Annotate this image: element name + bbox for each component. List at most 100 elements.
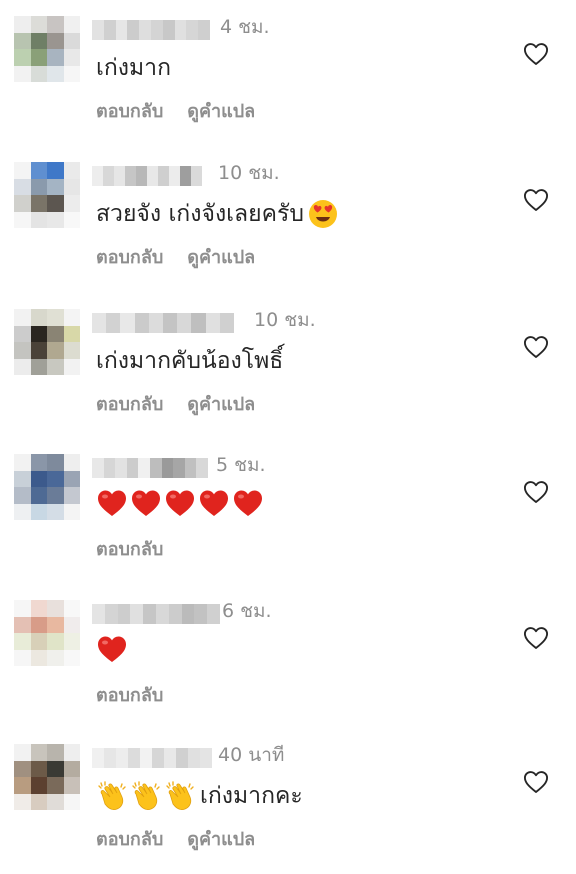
like-heart-icon[interactable] (522, 478, 550, 506)
avatar-pixel (47, 162, 64, 179)
avatar[interactable] (14, 744, 80, 810)
avatar-pixel (47, 65, 64, 82)
avatar-pixel (14, 49, 31, 66)
username[interactable] (92, 748, 212, 768)
username-pixel (207, 604, 220, 624)
see-translation-button[interactable]: ดูคำแปล (187, 394, 255, 415)
reply-button[interactable]: ตอบกลับ (96, 247, 163, 268)
username[interactable] (92, 313, 235, 333)
clapping-hands-emoji-icon (130, 780, 162, 812)
username-pixel (92, 458, 104, 478)
reply-button[interactable]: ตอบกลับ (96, 829, 163, 850)
avatar[interactable] (14, 309, 80, 375)
username-pixel (139, 20, 151, 40)
avatar-pixel (14, 65, 31, 82)
avatar-pixel (30, 162, 47, 179)
avatar-pixel (14, 211, 31, 228)
username-pixel (158, 166, 169, 186)
username-pixel (161, 458, 174, 478)
avatar-pixel (63, 793, 80, 810)
username-pixel (136, 166, 147, 186)
avatar-pixel (14, 487, 31, 504)
avatar-pixel (63, 503, 80, 520)
avatar-pixel (47, 487, 64, 504)
comment-time: 5 ชม. (216, 454, 266, 476)
like-heart-icon[interactable] (522, 624, 550, 652)
avatar[interactable] (14, 600, 80, 666)
username-pixel (219, 313, 235, 333)
username-pixel (103, 166, 114, 186)
avatar[interactable] (14, 16, 80, 82)
username-pixel (181, 604, 195, 624)
reply-button[interactable]: ตอบกลับ (96, 685, 163, 706)
comment-text (96, 488, 266, 518)
see-translation-button[interactable]: ดูคำแปล (187, 101, 255, 122)
avatar[interactable] (14, 454, 80, 520)
comment: 10 ชม. เก่งมากคับน้องโพธิ์ ตอบกลับ ดูคำแปล (0, 293, 576, 439)
comment-text-label: เก่งมากคับน้องโพธิ์ (96, 348, 284, 374)
avatar-pixel (63, 325, 80, 342)
comment-text: เก่งมากคะ (96, 778, 303, 814)
comment-text-label: เก่งมาก (96, 55, 172, 81)
like-heart-icon[interactable] (522, 768, 550, 796)
avatar-pixel (47, 211, 64, 228)
comment-text (96, 634, 130, 664)
username-pixel (103, 20, 116, 40)
avatar-pixel (63, 309, 80, 326)
username-pixel (147, 166, 158, 186)
comment-text-label: เก่งมากคะ (200, 783, 303, 809)
username-pixel (115, 458, 127, 478)
comment-actions: ตอบกลับ (96, 680, 187, 709)
see-translation-button[interactable]: ดูคำแปล (187, 829, 255, 850)
avatar-pixel (30, 16, 47, 33)
avatar[interactable] (14, 162, 80, 228)
reply-button[interactable]: ตอบกลับ (96, 101, 163, 122)
clapping-hands-emoji-icon (164, 780, 196, 812)
see-translation-button[interactable]: ดูคำแปล (187, 247, 255, 268)
avatar-pixel (63, 649, 80, 666)
comment-text: เก่งมากคับน้องโพธิ์ (96, 343, 283, 379)
username-pixel (163, 313, 178, 333)
avatar-pixel (47, 325, 64, 342)
avatar-pixel (63, 600, 80, 617)
avatar-pixel (14, 600, 31, 617)
avatar-pixel (47, 793, 64, 810)
avatar-pixel (47, 777, 64, 794)
username-pixel (149, 458, 162, 478)
avatar-pixel (14, 470, 31, 487)
username-pixel (104, 748, 116, 768)
avatar-pixel (63, 744, 80, 761)
username-pixel (150, 20, 163, 40)
like-heart-icon[interactable] (522, 186, 550, 214)
comment-text-label: สวยจัง เก่งจังเลยครับ (96, 201, 304, 227)
username-pixel (168, 604, 182, 624)
reply-button[interactable]: ตอบกลับ (96, 394, 163, 415)
username-pixel (186, 20, 199, 40)
username[interactable] (92, 20, 210, 40)
avatar-pixel (14, 649, 31, 666)
avatar-pixel (63, 65, 80, 82)
username-pixel (152, 748, 164, 768)
avatar-pixel (14, 309, 31, 326)
username[interactable] (92, 604, 220, 624)
avatar-pixel (30, 470, 47, 487)
username-pixel (196, 458, 208, 478)
username-pixel (103, 458, 116, 478)
avatar-pixel (47, 342, 64, 359)
like-heart-icon[interactable] (522, 40, 550, 68)
red-heart-emoji-icon (96, 634, 128, 664)
comment-time: 40 นาที (218, 744, 285, 766)
avatar-pixel (30, 65, 47, 82)
reply-button[interactable]: ตอบกลับ (96, 539, 163, 560)
username-pixel (126, 458, 139, 478)
comment-text: เก่งมาก (96, 50, 171, 86)
comment: 5 ชม. ตอบกลับ (0, 438, 576, 584)
avatar-pixel (63, 760, 80, 777)
avatar-pixel (30, 211, 47, 228)
username-pixel (188, 748, 200, 768)
username[interactable] (92, 166, 202, 186)
username[interactable] (92, 458, 208, 478)
comment-time: 6 ชม. (222, 600, 272, 622)
like-heart-icon[interactable] (522, 333, 550, 361)
username-pixel (205, 313, 220, 333)
